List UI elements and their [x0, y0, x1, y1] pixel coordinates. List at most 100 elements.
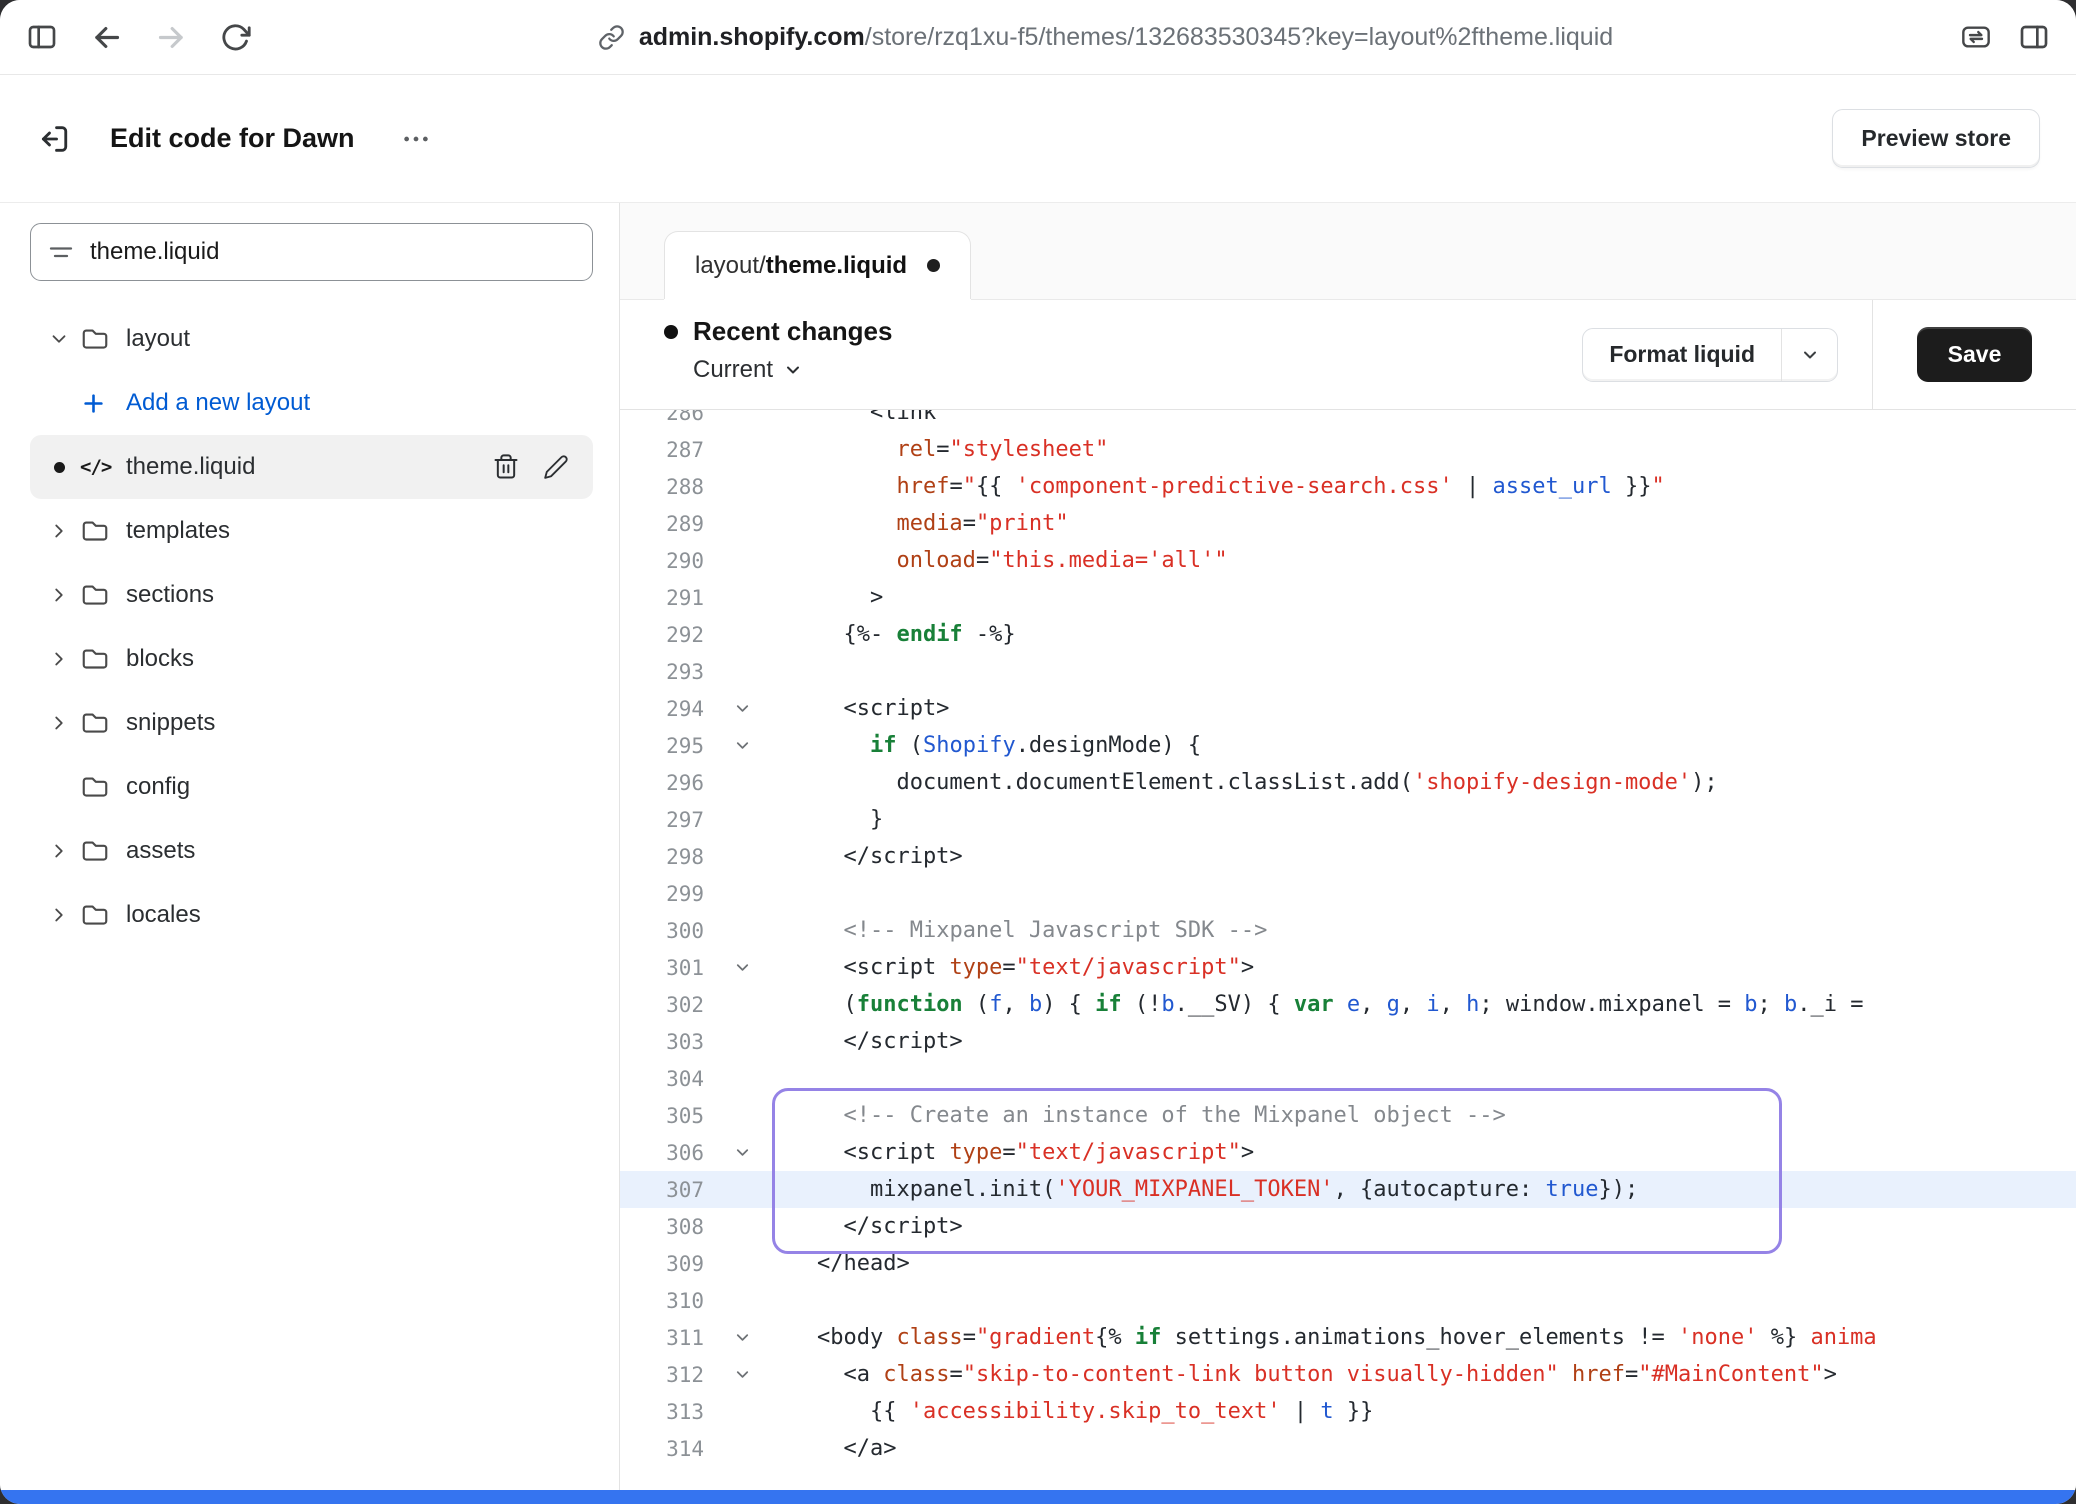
preview-store-button[interactable]: Preview store	[1832, 109, 2040, 168]
line-number: 301	[620, 956, 720, 980]
line-number: 287	[620, 438, 720, 462]
code-text: </a>	[764, 1436, 2076, 1461]
rename-file-icon[interactable]	[531, 454, 581, 480]
code-line-302[interactable]: 302 (function (f, b) { if (!b.__SV) { va…	[620, 986, 2076, 1023]
browser-toolbar: admin.shopify.com/store/rzq1xu-f5/themes…	[0, 0, 2076, 75]
back-icon[interactable]	[90, 21, 123, 54]
code-text: href="{{ 'component-predictive-search.cs…	[764, 474, 2076, 499]
file-search-box[interactable]	[30, 223, 593, 281]
code-line-305[interactable]: 305 <!-- Create an instance of the Mixpa…	[620, 1097, 2076, 1134]
code-line-298[interactable]: 298 </script>	[620, 838, 2076, 875]
code-line-301[interactable]: 301 <script type="text/javascript">	[620, 949, 2076, 986]
code-text: <!-- Create an instance of the Mixpanel …	[764, 1103, 2076, 1128]
code-line-312[interactable]: 312 <a class="skip-to-content-link butto…	[620, 1356, 2076, 1393]
code-line-295[interactable]: 295 if (Shopify.designMode) {	[620, 727, 2076, 764]
code-line-299[interactable]: 299	[620, 875, 2076, 912]
format-options-chevron[interactable]	[1781, 329, 1837, 381]
version-select[interactable]: Current	[693, 356, 803, 384]
extensions-icon[interactable]	[1960, 21, 1992, 53]
line-number: 308	[620, 1215, 720, 1239]
fold-chevron-icon[interactable]	[720, 736, 764, 755]
folder-item-locales[interactable]: locales	[30, 883, 593, 947]
code-line-287[interactable]: 287 rel="stylesheet"	[620, 431, 2076, 468]
folder-item-config[interactable]: config	[30, 755, 593, 819]
code-line-293[interactable]: 293	[620, 653, 2076, 690]
code-lines: 286 <link287 rel="stylesheet"288 href="{…	[620, 410, 2076, 1467]
code-line-291[interactable]: 291 >	[620, 579, 2076, 616]
recent-changes-title: Recent changes	[693, 316, 892, 347]
code-line-300[interactable]: 300 <!-- Mixpanel Javascript SDK -->	[620, 912, 2076, 949]
tab-file-name: theme.liquid	[766, 252, 907, 279]
tree-item-label: sections	[126, 581, 214, 609]
line-number: 307	[620, 1178, 720, 1202]
line-number: 311	[620, 1326, 720, 1350]
code-line-306[interactable]: 306 <script type="text/javascript">	[620, 1134, 2076, 1171]
folder-icon	[80, 836, 126, 866]
tab-row: layout/theme.liquid	[620, 203, 2076, 299]
folder-item-sections[interactable]: sections	[30, 563, 593, 627]
code-line-294[interactable]: 294 <script>	[620, 690, 2076, 727]
code-line-289[interactable]: 289 media="print"	[620, 505, 2076, 542]
code-line-309[interactable]: 309 </head>	[620, 1245, 2076, 1282]
chevron-right-icon[interactable]	[38, 584, 80, 606]
chevron-right-icon[interactable]	[38, 648, 80, 670]
chevron-right-icon[interactable]	[38, 840, 80, 862]
code-line-296[interactable]: 296 document.documentElement.classList.a…	[620, 764, 2076, 801]
code-line-307[interactable]: 307 mixpanel.init('YOUR_MIXPANEL_TOKEN',…	[620, 1171, 2076, 1208]
chevron-right-icon[interactable]	[38, 520, 80, 542]
file-item-theme.liquid[interactable]: </>theme.liquid	[30, 435, 593, 499]
tab-path-prefix: layout/	[695, 252, 766, 279]
folder-item-blocks[interactable]: blocks	[30, 627, 593, 691]
recent-changes-row: Recent changes	[664, 316, 1582, 347]
chevron-right-icon[interactable]	[38, 904, 80, 926]
save-button[interactable]: Save	[1917, 327, 2033, 382]
code-line-304[interactable]: 304	[620, 1060, 2076, 1097]
tree-item-label: assets	[126, 837, 195, 865]
sidebar-toggle-icon[interactable]	[26, 21, 58, 53]
tree-item-label: layout	[126, 325, 190, 353]
editor-tab[interactable]: layout/theme.liquid	[664, 231, 971, 299]
folder-item-layout[interactable]: layout	[30, 307, 593, 371]
format-liquid-button[interactable]: Format liquid	[1582, 328, 1838, 382]
exit-code-editor-icon[interactable]	[36, 122, 70, 156]
folder-item-templates[interactable]: templates	[30, 499, 593, 563]
reload-icon[interactable]	[220, 22, 251, 53]
code-line-290[interactable]: 290 onload="this.media='all'"	[620, 542, 2076, 579]
line-number: 288	[620, 475, 720, 499]
code-text: <body class="gradient{% if settings.anim…	[764, 1325, 2076, 1350]
tree-item-label: locales	[126, 901, 201, 929]
code-line-308[interactable]: 308 </script>	[620, 1208, 2076, 1245]
fold-chevron-icon[interactable]	[720, 1143, 764, 1162]
right-panel-icon[interactable]	[2018, 21, 2050, 53]
code-text: </head>	[764, 1251, 2076, 1276]
code-line-288[interactable]: 288 href="{{ 'component-predictive-searc…	[620, 468, 2076, 505]
version-select-value: Current	[693, 356, 773, 384]
more-actions-icon[interactable]	[401, 124, 431, 154]
code-line-311[interactable]: 311 <body class="gradient{% if settings.…	[620, 1319, 2076, 1356]
format-area: Format liquid	[1582, 300, 1872, 409]
add-new-layout-button[interactable]: Add a new layout	[30, 371, 593, 435]
chevron-down-icon[interactable]	[38, 328, 80, 350]
code-line-303[interactable]: 303 </script>	[620, 1023, 2076, 1060]
code-line-286[interactable]: 286 <link	[620, 410, 2076, 431]
chevron-right-icon[interactable]	[38, 712, 80, 734]
fold-chevron-icon[interactable]	[720, 1365, 764, 1384]
code-line-310[interactable]: 310	[620, 1282, 2076, 1319]
folder-item-assets[interactable]: assets	[30, 819, 593, 883]
code-text: >	[764, 585, 2076, 610]
fold-chevron-icon[interactable]	[720, 958, 764, 977]
address-bar[interactable]: admin.shopify.com/store/rzq1xu-f5/themes…	[251, 23, 1960, 52]
delete-file-icon[interactable]	[481, 453, 531, 481]
code-line-292[interactable]: 292 {%- endif -%}	[620, 616, 2076, 653]
code-editor[interactable]: 286 <link287 rel="stylesheet"288 href="{…	[620, 410, 2076, 1490]
code-line-297[interactable]: 297 }	[620, 801, 2076, 838]
line-number: 306	[620, 1141, 720, 1165]
folder-item-snippets[interactable]: snippets	[30, 691, 593, 755]
forward-icon[interactable]	[155, 21, 188, 54]
file-search-input[interactable]	[90, 238, 576, 266]
plus-icon	[80, 390, 126, 417]
fold-chevron-icon[interactable]	[720, 1328, 764, 1347]
code-line-313[interactable]: 313 {{ 'accessibility.skip_to_text' | t …	[620, 1393, 2076, 1430]
fold-chevron-icon[interactable]	[720, 699, 764, 718]
code-line-314[interactable]: 314 </a>	[620, 1430, 2076, 1467]
